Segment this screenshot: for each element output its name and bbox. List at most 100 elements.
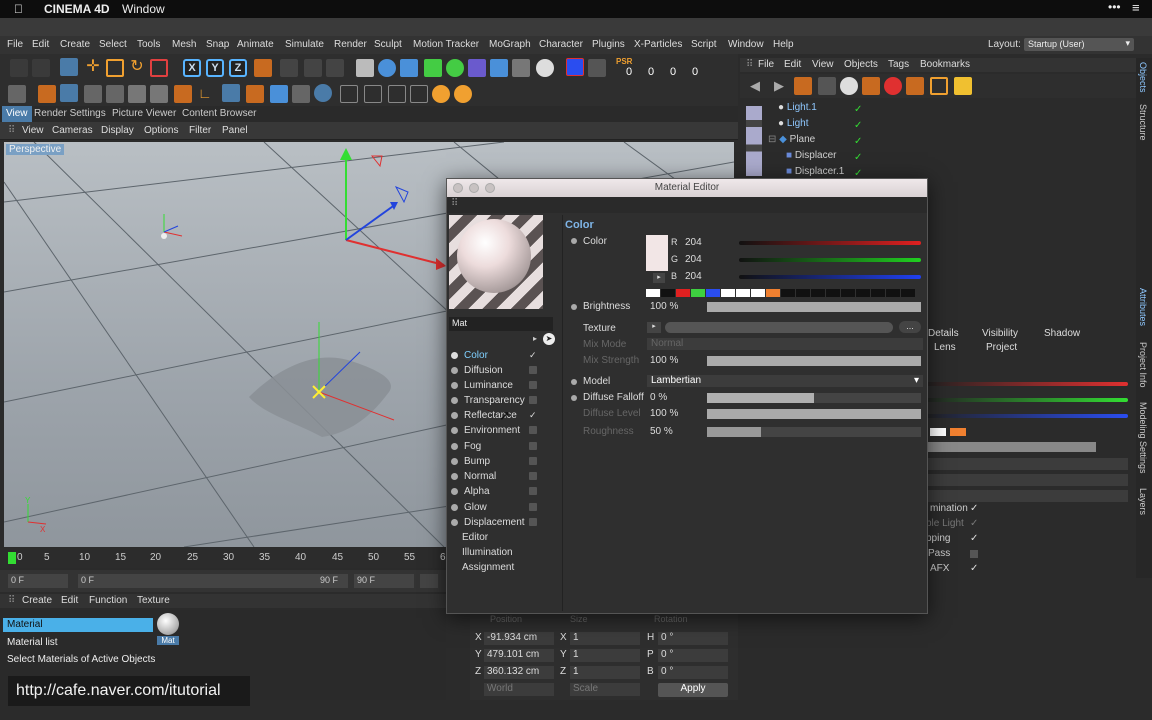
level-slider[interactable] bbox=[707, 409, 921, 419]
color-preset-swatch[interactable] bbox=[856, 289, 870, 297]
render-picture-viewer-icon[interactable] bbox=[304, 59, 322, 77]
tab-attributes[interactable]: Attributes bbox=[1138, 288, 1148, 326]
new-window-icon[interactable] bbox=[954, 77, 972, 95]
viewport-menu-filter[interactable]: Filter bbox=[189, 125, 211, 136]
menu-render[interactable]: Render bbox=[334, 39, 367, 50]
channel-check[interactable] bbox=[529, 487, 537, 495]
menu-animate[interactable]: Animate bbox=[237, 39, 274, 50]
material-name-field[interactable]: Mat bbox=[449, 317, 553, 331]
zoom-icon[interactable] bbox=[485, 183, 495, 193]
mat-menu-create[interactable]: Create bbox=[22, 595, 52, 606]
obj-menu-objects[interactable]: Objects bbox=[844, 59, 878, 70]
texture-more-button[interactable]: ... bbox=[899, 321, 921, 333]
deformer-icon[interactable] bbox=[468, 59, 486, 77]
end-frame-field[interactable]: 90 F bbox=[354, 574, 414, 588]
color-preset-swatch[interactable] bbox=[766, 289, 780, 297]
color-preset-swatch[interactable] bbox=[721, 289, 735, 297]
dropdown[interactable] bbox=[926, 490, 1128, 502]
playhead-marker[interactable] bbox=[8, 552, 16, 564]
menu-help[interactable]: Help bbox=[773, 39, 794, 50]
snap-icon[interactable] bbox=[246, 85, 264, 103]
color-preset-swatch[interactable] bbox=[676, 289, 690, 297]
color-preset-swatch[interactable] bbox=[781, 289, 795, 297]
menu-character[interactable]: Character bbox=[539, 39, 583, 50]
spline-icon[interactable] bbox=[400, 59, 418, 77]
minimize-icon[interactable] bbox=[469, 183, 479, 193]
object-row[interactable]: ● Light bbox=[778, 118, 809, 133]
material-thumbnail[interactable] bbox=[157, 613, 179, 635]
y-axis-button[interactable]: Y bbox=[206, 59, 224, 77]
attr-tab-project[interactable]: Project bbox=[986, 342, 1017, 353]
light-icon-small[interactable] bbox=[161, 214, 183, 239]
object-mode-icon[interactable] bbox=[60, 84, 78, 102]
plugin-icon[interactable] bbox=[588, 59, 606, 77]
sort-icon[interactable] bbox=[930, 77, 948, 95]
x-axis-button[interactable]: X bbox=[183, 59, 201, 77]
select-active-materials-item[interactable]: Select Materials of Active Objects bbox=[3, 653, 203, 667]
attr-check[interactable]: ✓ bbox=[970, 503, 978, 514]
material-dropdown-item[interactable]: Material bbox=[3, 618, 153, 632]
assignment-page[interactable]: Assignment bbox=[462, 562, 514, 573]
channel-check[interactable] bbox=[529, 457, 537, 465]
channel-check[interactable] bbox=[529, 442, 537, 450]
visibility-checks[interactable]: ✓ ✓ ✓ ✓ ✓ bbox=[854, 102, 882, 179]
tab-render-settings[interactable]: Render Settings bbox=[34, 108, 106, 119]
grid-4-icon[interactable] bbox=[410, 85, 428, 103]
color-preset-swatch[interactable] bbox=[826, 289, 840, 297]
color-preset-swatch[interactable] bbox=[706, 289, 720, 297]
tab-picture-viewer[interactable]: Picture Viewer bbox=[112, 108, 176, 119]
viewport-menu-view[interactable]: View bbox=[22, 125, 44, 136]
menu-select[interactable]: Select bbox=[99, 39, 127, 50]
obj-menu-edit[interactable]: Edit bbox=[784, 59, 801, 70]
swatch[interactable] bbox=[930, 428, 946, 436]
drag-handle-icon[interactable]: ⠿ bbox=[451, 198, 458, 209]
points-mode-icon[interactable] bbox=[128, 85, 146, 103]
menu-script[interactable]: Script bbox=[691, 39, 717, 50]
viewport-menu-cameras[interactable]: Cameras bbox=[52, 125, 93, 136]
attr-tab-details[interactable]: Details bbox=[928, 328, 959, 339]
scale-dropdown[interactable]: Scale bbox=[570, 683, 640, 696]
subdivision-icon[interactable] bbox=[424, 59, 442, 77]
channel-check[interactable] bbox=[529, 503, 537, 511]
tab-objects[interactable]: Objects bbox=[1138, 62, 1148, 93]
scene-icon[interactable] bbox=[490, 59, 508, 77]
apply-button[interactable]: Apply bbox=[658, 683, 728, 697]
rotation-h-field[interactable]: 0 ° bbox=[658, 632, 728, 645]
viewport-menu-panel[interactable]: Panel bbox=[222, 125, 248, 136]
cloner-icon[interactable] bbox=[446, 59, 464, 77]
polygons-mode-icon[interactable] bbox=[174, 85, 192, 103]
model-dropdown[interactable]: Lambertian ▾ bbox=[647, 375, 923, 387]
solo-icon[interactable] bbox=[314, 84, 332, 102]
plane-object[interactable] bbox=[249, 322, 395, 437]
red-slider[interactable] bbox=[739, 241, 921, 245]
editor-page[interactable]: Editor bbox=[462, 532, 488, 543]
model-mode-icon[interactable] bbox=[38, 85, 56, 103]
color-preset-swatch[interactable] bbox=[661, 289, 675, 297]
app-name[interactable]: CINEMA 4D bbox=[44, 2, 110, 16]
gear-2-icon[interactable] bbox=[454, 85, 472, 103]
hamburger-icon[interactable]: ≡ bbox=[1132, 0, 1140, 15]
apple-icon[interactable]:  bbox=[14, 2, 23, 16]
home-icon[interactable] bbox=[794, 77, 812, 95]
rotation-p-field[interactable]: 0 ° bbox=[658, 649, 728, 662]
brightness-slider[interactable] bbox=[707, 302, 921, 312]
gear-icon[interactable] bbox=[432, 85, 450, 103]
channel-check[interactable] bbox=[529, 518, 537, 526]
color-preset-swatch[interactable] bbox=[811, 289, 825, 297]
close-icon[interactable] bbox=[453, 183, 463, 193]
obj-menu-bookmarks[interactable]: Bookmarks bbox=[920, 59, 970, 70]
drag-handle-icon[interactable]: ⠿ bbox=[746, 59, 753, 70]
material-editor-titlebar[interactable]: Material Editor bbox=[447, 179, 927, 197]
redo-icon[interactable] bbox=[32, 59, 50, 77]
menu-tools[interactable]: Tools bbox=[137, 39, 160, 50]
obj-menu-file[interactable]: File bbox=[758, 59, 774, 70]
attr-check[interactable]: ✓ bbox=[970, 533, 978, 544]
color-preset-swatch[interactable] bbox=[736, 289, 750, 297]
drag-handle-icon[interactable]: ⠿ bbox=[8, 125, 15, 136]
menu-file[interactable]: File bbox=[7, 39, 23, 50]
expand-icon[interactable]: ⊟ bbox=[768, 134, 776, 145]
forward-arrow-icon[interactable]: ▶ bbox=[774, 78, 784, 94]
xpresso-icon[interactable] bbox=[566, 58, 584, 76]
object-filter-icon[interactable] bbox=[862, 77, 880, 95]
tab-view[interactable]: View bbox=[2, 106, 32, 122]
